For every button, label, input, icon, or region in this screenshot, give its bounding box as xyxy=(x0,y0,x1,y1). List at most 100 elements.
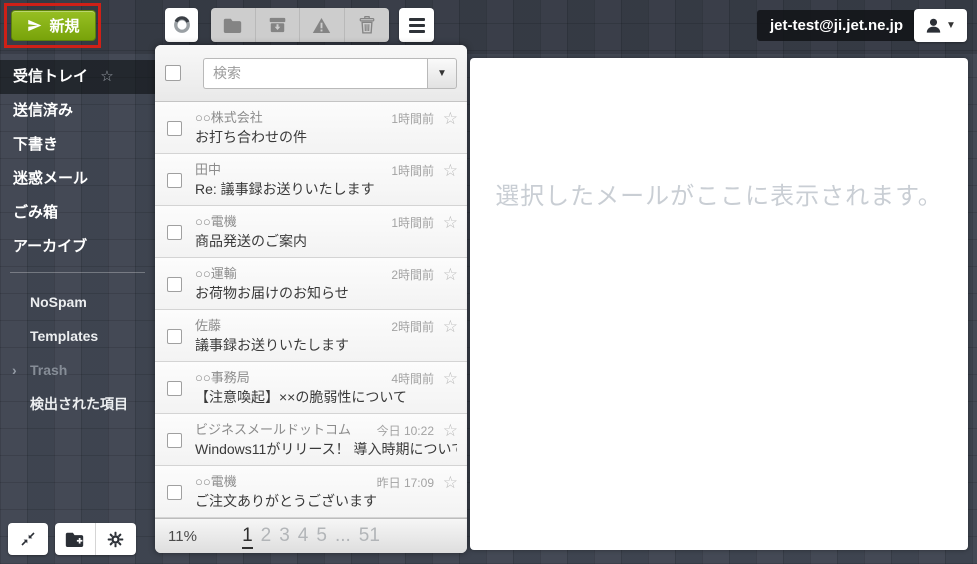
sidebar-item-label: 検出された項目 xyxy=(30,396,128,412)
add-folder-icon xyxy=(65,532,84,547)
star-icon[interactable]: ☆ xyxy=(443,421,458,441)
mail-sender: ○○電機 xyxy=(195,214,237,229)
search-input[interactable] xyxy=(203,57,427,89)
sidebar-item-spam[interactable]: 迷惑メール xyxy=(0,162,155,196)
compose-highlight-box: 新規 xyxy=(4,3,101,48)
mail-subject: お荷物お届けのお知らせ xyxy=(195,285,349,301)
mail-time: 昨日 17:09 xyxy=(376,476,434,490)
page-3[interactable]: 3 xyxy=(279,525,290,546)
page-5[interactable]: 5 xyxy=(316,525,327,546)
pagination: 1 2 3 4 5... 51 xyxy=(155,525,467,549)
refresh-button[interactable] xyxy=(165,8,198,42)
star-icon[interactable]: ☆ xyxy=(443,473,458,493)
sidebar-item-detected[interactable]: 検出された項目 xyxy=(0,387,155,421)
mail-sender: 佐藤 xyxy=(195,318,222,333)
mail-action-toolbar xyxy=(211,8,389,42)
list-options-button[interactable] xyxy=(399,8,434,42)
list-footer: 11% 1 2 3 4 5... 51 xyxy=(155,518,467,553)
mail-checkbox[interactable] xyxy=(167,433,182,448)
star-icon[interactable]: ☆ xyxy=(443,317,458,337)
mail-row[interactable]: ○○事務局 【注意喚起】××の脆弱性について 4時間前 ☆ xyxy=(155,362,467,414)
mail-row[interactable]: 田中 Re: 議事録お送りいたします 1時間前 ☆ xyxy=(155,154,467,206)
sidebar-item-trash[interactable]: ごみ箱 xyxy=(0,196,155,230)
mail-checkbox[interactable] xyxy=(167,277,182,292)
star-icon[interactable]: ☆ xyxy=(443,213,458,233)
mail-subject: 【注意喚起】××の脆弱性について xyxy=(195,389,407,405)
add-folder-button[interactable] xyxy=(55,523,96,555)
sidebar: 受信トレイ ☆ 送信済み 下書き 迷惑メール ごみ箱 アーカイブ NoSpam … xyxy=(0,60,155,421)
compose-button[interactable]: 新規 xyxy=(11,10,96,41)
sidebar-divider xyxy=(10,272,145,273)
mail-row[interactable]: ○○電機 ご注文ありがとうございます 昨日 17:09 ☆ xyxy=(155,466,467,518)
mail-subject: 議事録お送りいたします xyxy=(195,337,349,353)
delete-button[interactable] xyxy=(345,8,390,42)
sidebar-item-trash-folder[interactable]: › Trash xyxy=(0,353,155,387)
menu-icon xyxy=(408,17,425,33)
chevron-down-icon: ▼ xyxy=(437,67,447,79)
mail-sender: 田中 xyxy=(195,162,222,177)
mail-sender: ○○株式会社 xyxy=(195,110,263,125)
warning-icon xyxy=(312,17,331,34)
mail-subject: ご注文ありがとうございます xyxy=(195,493,377,509)
mail-row[interactable]: ○○電機 商品発送のご案内 1時間前 ☆ xyxy=(155,206,467,258)
star-icon[interactable]: ☆ xyxy=(443,161,458,181)
mail-time: 今日 10:22 xyxy=(376,424,434,438)
spam-button[interactable] xyxy=(300,8,345,42)
sidebar-item-templates[interactable]: Templates xyxy=(0,319,155,353)
chevron-down-icon: ▼ xyxy=(946,20,956,31)
search-options-button[interactable]: ▼ xyxy=(427,57,457,89)
mail-time: 2時間前 xyxy=(391,320,434,334)
mail-time: 1時間前 xyxy=(391,112,434,126)
mail-subject: Windows11がリリース！ 導入時期について専... xyxy=(195,441,457,457)
mail-checkbox[interactable] xyxy=(167,121,182,136)
page-4[interactable]: 4 xyxy=(298,525,309,546)
move-to-folder-button[interactable] xyxy=(211,8,256,42)
mail-time: 2時間前 xyxy=(391,268,434,282)
mail-row[interactable]: ○○運輸 お荷物お届けのお知らせ 2時間前 ☆ xyxy=(155,258,467,310)
mail-row[interactable]: ○○株式会社 お打ち合わせの件 1時間前 ☆ xyxy=(155,102,467,154)
star-icon[interactable]: ☆ xyxy=(100,68,113,85)
bottom-button-group xyxy=(55,523,136,555)
mail-sender: ○○事務局 xyxy=(195,370,250,385)
user-menu-button[interactable]: ▼ xyxy=(914,9,967,42)
mail-checkbox[interactable] xyxy=(167,381,182,396)
mail-checkbox[interactable] xyxy=(167,173,182,188)
paper-plane-icon xyxy=(27,18,42,33)
message-list-panel: ▼ ○○株式会社 お打ち合わせの件 1時間前 ☆ 田中 Re: 議事録お送りいた… xyxy=(155,45,467,553)
reading-pane: 選択したメールがここに表示されます。 xyxy=(470,58,968,550)
mail-checkbox[interactable] xyxy=(167,329,182,344)
collapse-icon xyxy=(20,531,36,547)
account-email: jet-test@ji.jet.ne.jp xyxy=(770,17,903,34)
page-ellipsis: ... xyxy=(334,525,351,546)
sidebar-item-label: 送信済み xyxy=(13,102,74,119)
mail-checkbox[interactable] xyxy=(167,485,182,500)
page-51[interactable]: 51 xyxy=(359,525,380,546)
collapse-sidebar-button[interactable] xyxy=(8,523,48,555)
page-2[interactable]: 2 xyxy=(261,525,272,546)
sidebar-item-label: Trash xyxy=(30,362,68,378)
mail-row[interactable]: ビジネスメールドットコム Windows11がリリース！ 導入時期について専..… xyxy=(155,414,467,466)
sidebar-item-sent[interactable]: 送信済み xyxy=(0,94,155,128)
star-icon[interactable]: ☆ xyxy=(443,265,458,285)
mail-time: 4時間前 xyxy=(391,372,434,386)
sidebar-item-inbox[interactable]: 受信トレイ ☆ xyxy=(0,60,155,94)
mail-subject: Re: 議事録お送りいたします xyxy=(195,181,375,197)
gear-icon xyxy=(107,531,124,548)
sidebar-item-label: ごみ箱 xyxy=(13,204,59,221)
mail-sender: ○○電機 xyxy=(195,474,237,489)
archive-button[interactable] xyxy=(256,8,300,42)
sidebar-item-drafts[interactable]: 下書き xyxy=(0,128,155,162)
page-1[interactable]: 1 xyxy=(242,525,253,549)
settings-button[interactable] xyxy=(96,523,137,555)
mail-checkbox[interactable] xyxy=(167,225,182,240)
star-icon[interactable]: ☆ xyxy=(443,369,458,389)
chevron-right-icon[interactable]: › xyxy=(12,353,17,387)
sidebar-item-nospam[interactable]: NoSpam xyxy=(0,285,155,319)
sidebar-item-label: NoSpam xyxy=(30,294,87,310)
list-header: ▼ xyxy=(155,45,467,102)
select-all-checkbox[interactable] xyxy=(165,65,181,81)
folder-icon xyxy=(223,18,242,33)
sidebar-item-archive[interactable]: アーカイブ xyxy=(0,230,155,264)
star-icon[interactable]: ☆ xyxy=(443,109,458,129)
mail-row[interactable]: 佐藤 議事録お送りいたします 2時間前 ☆ xyxy=(155,310,467,362)
